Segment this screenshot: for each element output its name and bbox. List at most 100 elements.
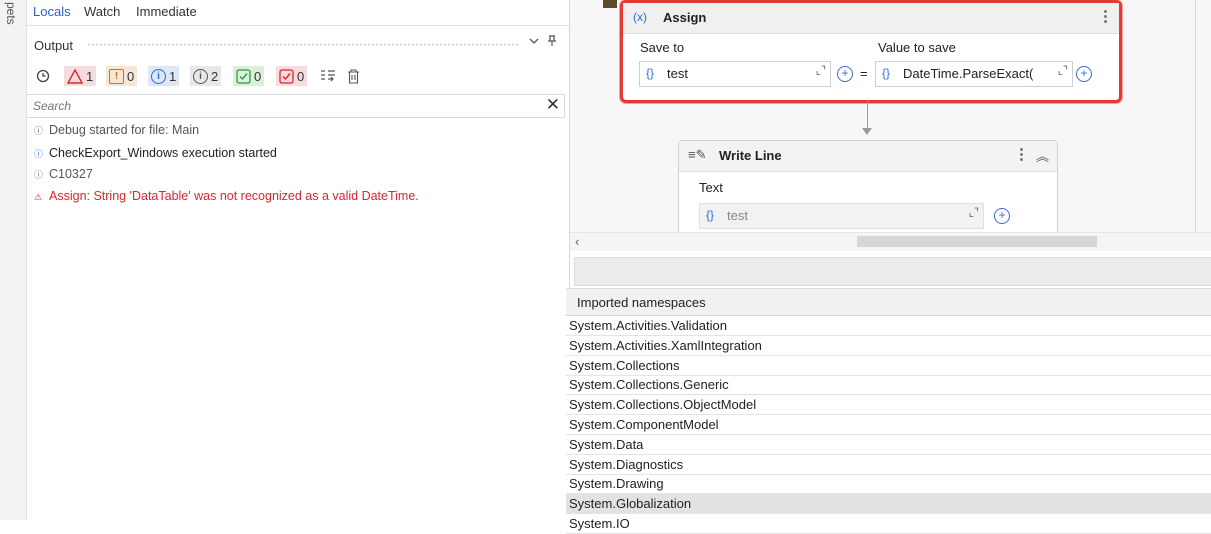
namespace-name: System.Collections.ObjectModel: [569, 397, 757, 413]
tab-locals[interactable]: Locals: [33, 4, 71, 19]
info-icon: ⓘ: [34, 149, 44, 159]
filter-info-button[interactable]: i 1: [148, 66, 180, 86]
flow-arrow-icon: [862, 128, 872, 135]
namespace-row[interactable]: System.Activities.XamlIntegration: [566, 336, 1211, 356]
namespace-row[interactable]: System.Globalization: [566, 494, 1211, 515]
expression-brace-icon: {}: [882, 66, 891, 80]
check-box-icon: [236, 68, 251, 84]
text-value: test: [727, 208, 748, 223]
trace-count: 2: [211, 68, 219, 84]
drag-grip[interactable]: [87, 43, 519, 46]
filter-success-button[interactable]: 0: [233, 66, 265, 86]
namespaces-header: Imported namespaces: [566, 289, 1211, 316]
warning-icon: ⚠: [34, 192, 43, 202]
log-line[interactable]: ⚠ Assign: String 'DataTable' was not reco…: [34, 189, 419, 203]
namespace-row[interactable]: System.Collections.ObjectModel: [566, 395, 1211, 416]
output-header: Output: [27, 32, 569, 56]
debug-pane: Locals Watch Immediate Output 1 ! 0 i 1: [27, 0, 570, 520]
check-box-icon: [279, 68, 294, 84]
trace-icon: ⓘ: [34, 170, 44, 180]
namespace-row[interactable]: System.Drawing: [566, 474, 1211, 495]
clock-icon[interactable]: [36, 66, 50, 86]
errors-count: 1: [86, 68, 94, 84]
expand-editor-icon[interactable]: ⌞⌝: [1058, 64, 1068, 77]
text-label: Text: [699, 180, 723, 195]
write-line-title: Write Line: [719, 148, 782, 163]
value-to-save-field[interactable]: {} DateTime.ParseExact(c ⌞⌝: [875, 61, 1073, 87]
more-options-icon[interactable]: ⋮: [1014, 145, 1029, 163]
side-panel-strip[interactable]: pets: [0, 0, 27, 520]
scroll-thumb[interactable]: [857, 236, 1097, 247]
clear-search-icon[interactable]: ✕: [546, 95, 560, 115]
add-plus-icon[interactable]: +: [1076, 66, 1092, 82]
assign-title: Assign: [663, 10, 707, 25]
flow-connector: [867, 100, 868, 130]
namespace-name: System.Drawing: [569, 476, 664, 492]
namespace-row[interactable]: System.Activities.Validation: [566, 316, 1211, 336]
write-line-activity[interactable]: ≡✎ Write Line ⋮ ︽ Text {} test ⌞⌝ +: [678, 140, 1058, 237]
filter-errors-button[interactable]: 1: [64, 66, 97, 86]
add-plus-icon[interactable]: +: [994, 208, 1010, 224]
search-input[interactable]: [31, 97, 535, 115]
namespace-name: System.Activities.Validation: [569, 318, 727, 333]
expand-editor-icon[interactable]: ⌞⌝: [969, 206, 979, 219]
search-box: ✕: [27, 94, 565, 118]
namespace-input[interactable]: [574, 257, 1211, 286]
collapse-icon[interactable]: ︽: [1036, 146, 1049, 165]
assign-header: (x) Assign ⋮: [623, 3, 1119, 34]
log-line[interactable]: ⓘ C10327: [34, 167, 93, 181]
namespace-name: System.Activities.XamlIntegration: [569, 337, 762, 353]
horizontal-scrollbar[interactable]: ‹: [570, 232, 1211, 251]
namespace-row[interactable]: System.IO: [566, 514, 1211, 534]
write-line-header: ≡✎ Write Line ⋮ ︽: [679, 141, 1057, 172]
word-wrap-icon[interactable]: [320, 66, 336, 86]
success-count: 0: [254, 68, 262, 84]
text-field[interactable]: {} test ⌞⌝: [699, 203, 984, 229]
add-plus-icon[interactable]: +: [837, 66, 853, 82]
save-to-value: test: [667, 66, 688, 81]
log-line[interactable]: ⓘ CheckExport_Windows execution started: [34, 146, 277, 160]
trash-icon[interactable]: [347, 66, 360, 86]
output-title: Output: [34, 38, 74, 53]
namespace-row[interactable]: System.Collections.Generic: [566, 375, 1211, 396]
chevron-down-icon[interactable]: [527, 35, 541, 51]
activity-marker: [603, 0, 617, 8]
namespace-name: System.Data: [569, 436, 644, 452]
namespace-name: System.Collections.Generic: [569, 377, 729, 393]
equals-sign: =: [860, 66, 868, 81]
filter-warnings-button[interactable]: ! 0: [106, 66, 138, 86]
workflow-designer[interactable]: (x) Assign ⋮ Save to Value to save {} te…: [570, 0, 1211, 237]
scroll-left-icon[interactable]: ‹: [575, 234, 579, 249]
save-to-field[interactable]: {} test ⌞⌝: [639, 61, 831, 87]
namespace-row[interactable]: System.ComponentModel: [566, 415, 1211, 435]
imported-namespaces-panel: Imported namespaces System.Activities.Va…: [566, 288, 1211, 534]
canvas-edge: [1195, 0, 1196, 232]
namespace-name: System.Diagnostics: [569, 456, 684, 472]
value-to-save-label: Value to save: [878, 40, 956, 55]
side-strip-label[interactable]: pets: [4, 2, 18, 25]
warning-triangle-icon: [67, 68, 83, 84]
tab-immediate[interactable]: Immediate: [136, 4, 197, 19]
namespace-row[interactable]: System.Diagnostics: [566, 455, 1211, 475]
namespace-row[interactable]: System.Data: [566, 435, 1211, 455]
namespace-name: System.Collections: [569, 357, 680, 373]
more-options-icon[interactable]: ⋮: [1098, 7, 1113, 25]
expand-editor-icon[interactable]: ⌞⌝: [816, 64, 826, 77]
filter-trace-button[interactable]: i 2: [190, 66, 222, 86]
expression-brace-icon: {}: [706, 208, 715, 222]
assign-activity[interactable]: (x) Assign ⋮ Save to Value to save {} te…: [620, 0, 1122, 103]
filter-failed-checks-button[interactable]: 0: [276, 66, 308, 86]
save-to-label: Save to: [640, 40, 685, 55]
value-to-save-value: DateTime.ParseExact(c: [903, 66, 1033, 81]
namespace-name: System.ComponentModel: [569, 417, 719, 432]
namespace-name: System.Globalization: [569, 496, 692, 512]
namespace-row[interactable]: System.Collections: [566, 356, 1211, 376]
log-line[interactable]: ⓘ Debug started for file: Main: [34, 123, 199, 137]
assign-badge-icon: (x): [633, 10, 647, 24]
failed-checks-count: 0: [297, 68, 305, 84]
trace-icon: ⓘ: [34, 126, 44, 136]
pin-icon[interactable]: [545, 35, 559, 51]
namespaces-header-label: Imported namespaces: [577, 295, 706, 310]
warning-box-icon: !: [109, 68, 124, 84]
tab-watch[interactable]: Watch: [84, 4, 120, 19]
